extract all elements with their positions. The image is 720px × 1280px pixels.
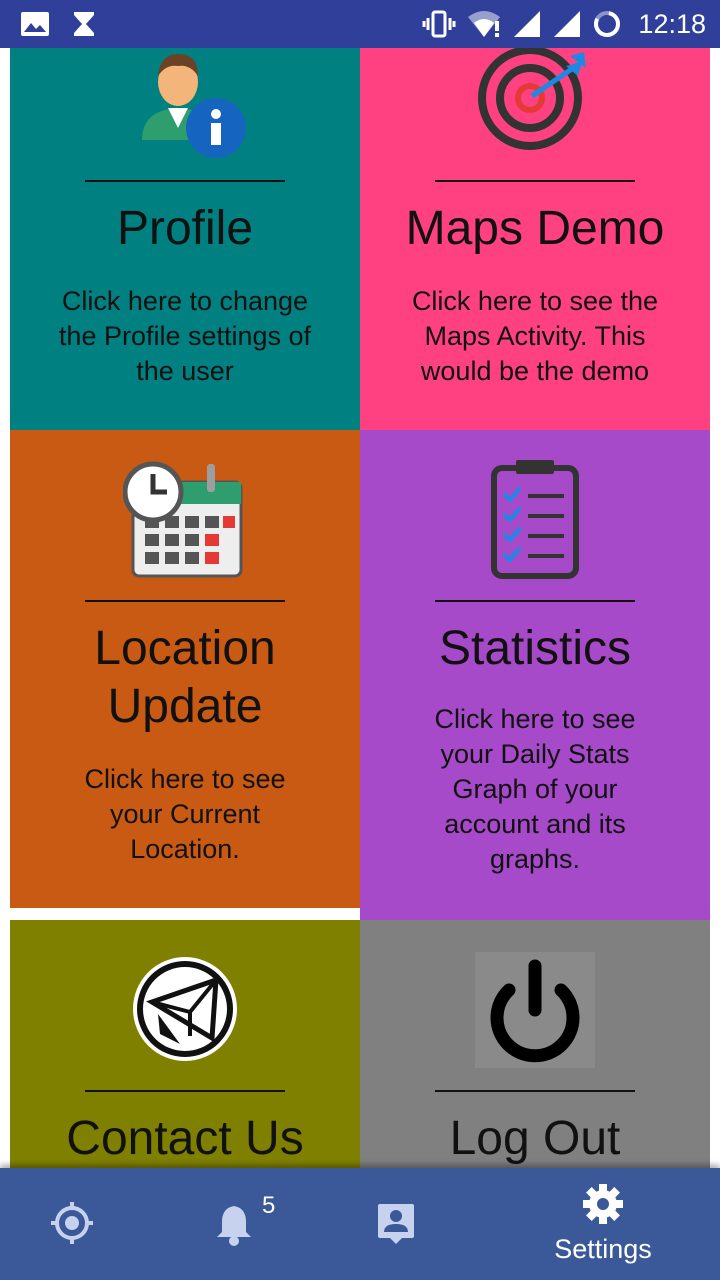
tile-log-out[interactable]: Log Out (360, 920, 710, 1168)
clock: 12:18 (638, 8, 706, 39)
tile-description: Click here to change the Profile setting… (58, 286, 312, 386)
tile-title: Maps Demo (405, 202, 665, 255)
bottom-navigation: 5 Settings (0, 1168, 720, 1280)
nav-notifications[interactable]: 5 (154, 1168, 314, 1280)
dashboard-grid: Profile Click here to change the Profile… (0, 48, 720, 1168)
image-icon (20, 11, 50, 37)
tile-description: Click here to see the Maps Activity. Thi… (411, 286, 659, 386)
divider (85, 1090, 285, 1092)
tile-location-update[interactable]: Location Update Click here to see your C… (10, 430, 360, 908)
power-icon (475, 952, 595, 1072)
nav-location[interactable] (0, 1168, 152, 1280)
tile-profile[interactable]: Profile Click here to change the Profile… (10, 48, 360, 430)
divider (85, 600, 285, 602)
tile-title: Profile (116, 202, 254, 255)
wifi-icon (466, 9, 502, 39)
tile-maps-demo[interactable]: Maps Demo Click here to see the Maps Act… (360, 48, 710, 430)
status-bar: 12:18 (0, 0, 720, 48)
nav-settings[interactable]: Settings (523, 1168, 683, 1280)
nav-contacts[interactable] (316, 1168, 476, 1280)
divider (435, 600, 635, 602)
divider (435, 1090, 635, 1092)
tile-title: Contact Us (66, 1112, 304, 1165)
battery-icon (592, 9, 622, 39)
tile-title: Log Out (449, 1112, 621, 1165)
tile-contact-us[interactable]: Contact Us (10, 920, 360, 1168)
tile-statistics[interactable]: Statistics Click here to see your Daily … (360, 430, 710, 920)
tile-title: Statistics (438, 622, 632, 675)
nav-settings-label: Settings (554, 1234, 652, 1264)
signal-icon (512, 9, 542, 39)
divider (435, 180, 635, 182)
signal-icon (552, 9, 582, 39)
hourglass-icon (72, 10, 96, 38)
notification-badge: 5 (262, 1192, 276, 1219)
tile-title: Location Update (94, 622, 276, 733)
mail-icon (130, 954, 240, 1068)
tile-description: Click here to see your Daily Stats Graph… (434, 704, 636, 874)
profile-info-icon (120, 48, 250, 164)
checklist-icon (490, 458, 580, 584)
tile-description: Click here to see your Current Location. (84, 764, 286, 864)
divider (85, 180, 285, 182)
calendar-clock-icon (122, 460, 247, 584)
target-icon (470, 48, 600, 160)
vibrate-icon (422, 10, 456, 38)
